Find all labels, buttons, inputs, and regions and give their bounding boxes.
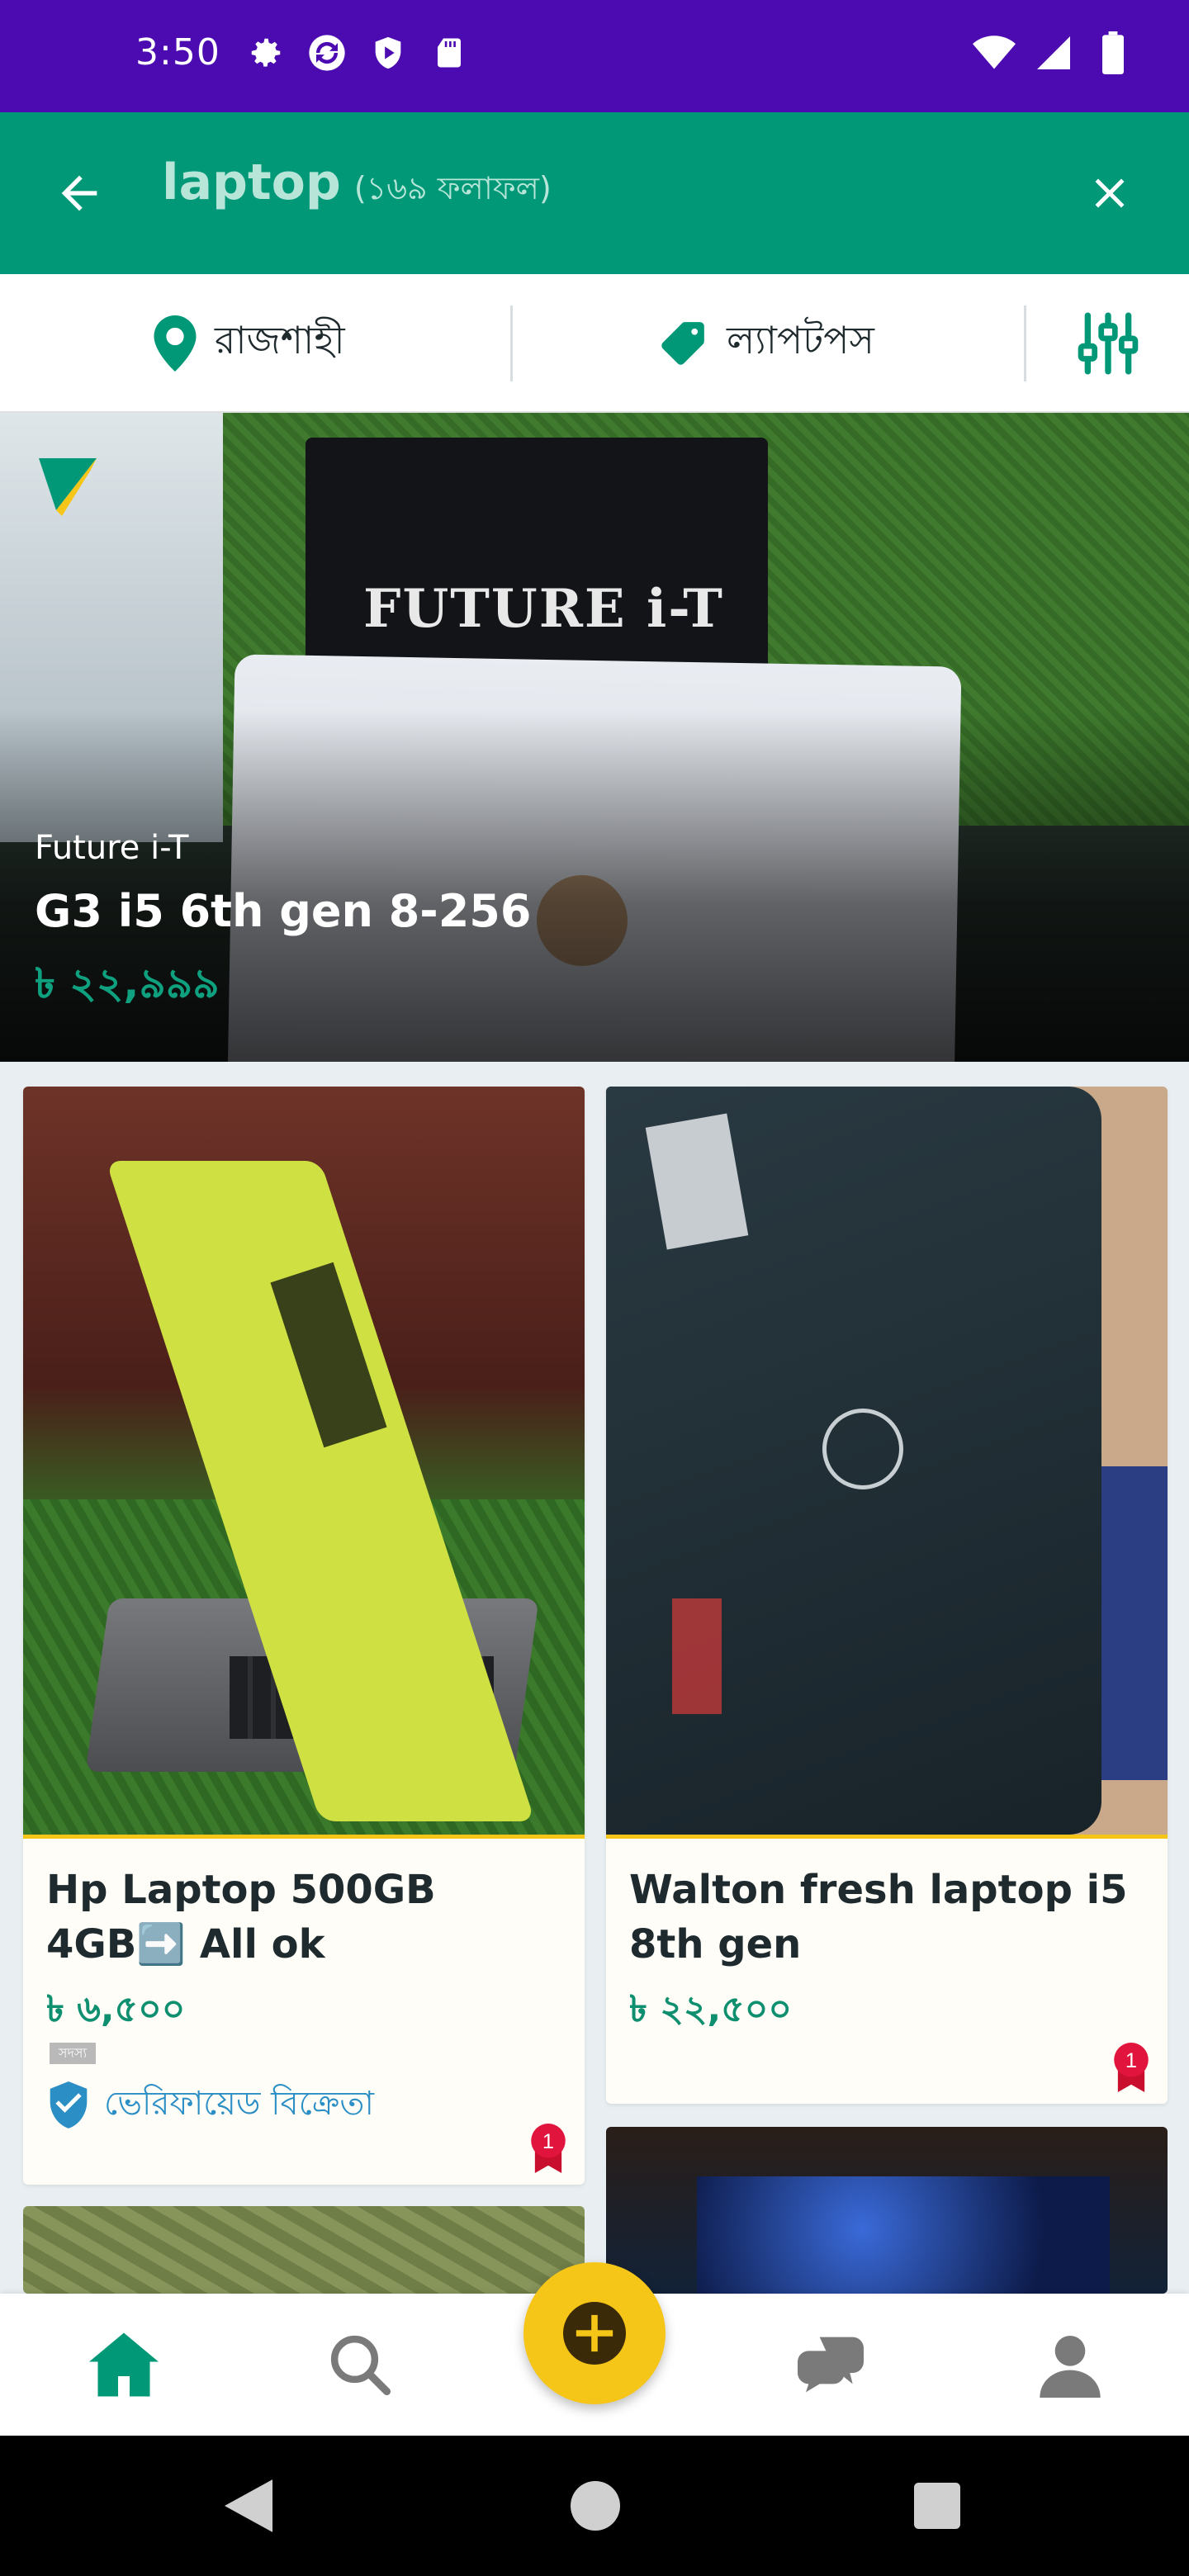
close-icon: [1095, 178, 1125, 208]
status-time: 3:50: [135, 31, 220, 73]
rank-ribbon-icon: 1: [531, 2124, 566, 2173]
system-navigation: [0, 2436, 1189, 2576]
listing-image: [606, 1087, 1168, 1835]
arrow-left-icon: [61, 175, 97, 211]
listing-image-divider: [606, 1835, 1168, 1839]
location-filter[interactable]: রাজশাহী: [154, 312, 345, 375]
post-ad-icon: [563, 2302, 626, 2365]
filter-bar: রাজশাহী ল্যাপটপস: [0, 274, 1189, 413]
verified-seller-label: ভেরিফায়েড বিক্রেতা: [104, 2085, 374, 2123]
sync-icon: [306, 31, 348, 74]
nav-account[interactable]: [1032, 2327, 1108, 2403]
top-ad-badge-icon: [39, 458, 97, 516]
status-icons-right: [973, 31, 1135, 74]
system-back-button[interactable]: [220, 2477, 277, 2535]
shield-icon: [367, 31, 410, 74]
category-label: ল্যাপটপস: [727, 318, 874, 362]
clear-search-button[interactable]: [1077, 160, 1143, 226]
listing-title: Hp Laptop 500GB 4GB➡️ All ok: [46, 1867, 436, 1968]
signal-icon: [1032, 31, 1075, 74]
status-icons-left: [244, 31, 471, 74]
nav-home[interactable]: [86, 2327, 162, 2403]
svg-text:1: 1: [1125, 2049, 1137, 2072]
listing-title: Walton fresh laptop i5 8th gen: [629, 1867, 1128, 1968]
filter-divider: [510, 305, 513, 381]
member-tag: সদস্য: [50, 2043, 96, 2064]
listing-card[interactable]: Hp Laptop 500GB 4GB➡️ All ok ৳ ৬,৫০০ সদস…: [23, 1087, 585, 2185]
svg-text:1: 1: [542, 2130, 554, 2153]
settings-icon: [244, 31, 287, 74]
triangle-back-icon: [225, 2479, 272, 2532]
verified-shield-icon: [50, 2081, 88, 2129]
system-recents-button[interactable]: [908, 2477, 966, 2535]
listing-image: [697, 2176, 1110, 2294]
search-icon: [330, 2335, 391, 2396]
sliders-icon: [1078, 312, 1139, 375]
circle-home-icon: [571, 2481, 620, 2531]
tag-icon: [661, 322, 704, 365]
nav-chat[interactable]: [793, 2327, 869, 2403]
location-pin-icon: [154, 315, 197, 372]
nav-search[interactable]: [322, 2327, 398, 2403]
search-query: laptop: [162, 154, 341, 211]
square-recents-icon: [914, 2483, 960, 2529]
sd-card-icon: [428, 31, 471, 74]
featured-sign-text: FUTURE i-T: [363, 578, 724, 640]
listing-card-partial[interactable]: [606, 2127, 1168, 2294]
featured-listing[interactable]: FUTURE i-T Future i-T G3 i5 6th gen 8-25…: [0, 413, 1189, 1062]
system-home-button[interactable]: [566, 2477, 624, 2535]
location-label: রাজশাহী: [215, 318, 345, 362]
back-button[interactable]: [46, 160, 112, 226]
listing-card[interactable]: Walton fresh laptop i5 8th gen ৳ ২২,৫০০ …: [606, 1087, 1168, 2104]
wifi-icon: [973, 31, 1016, 74]
listing-price: ৳ ২২,৫০০: [629, 1988, 792, 2030]
result-count: (১৬৯ ফলাফল): [353, 170, 552, 206]
verified-seller-badge: ভেরিফায়েড বিক্রেতা: [46, 2077, 374, 2133]
featured-title: G3 i5 6th gen 8-256: [35, 885, 532, 937]
post-ad-button[interactable]: [523, 2262, 666, 2404]
listing-image: [23, 1087, 585, 1835]
featured-price: ৳ ২২,৯৯৯: [35, 959, 220, 1007]
filter-divider: [1024, 305, 1026, 381]
category-filter[interactable]: ল্যাপটপস: [657, 312, 874, 375]
home-icon: [89, 2332, 159, 2397]
status-bar: 3:50: [0, 0, 1189, 112]
featured-seller: Future i-T: [35, 829, 189, 867]
listing-image-divider: [23, 1835, 585, 1839]
account-icon: [1040, 2336, 1101, 2398]
filter-settings-button[interactable]: [1073, 309, 1143, 378]
listing-card-partial[interactable]: [23, 2206, 585, 2294]
listing-price: ৳ ৬,৫০০: [46, 1988, 186, 2030]
rank-ribbon-icon: 1: [1114, 2043, 1149, 2092]
search-field[interactable]: laptop (১৬৯ ফলাফল): [162, 154, 552, 217]
app-bar: laptop (১৬৯ ফলাফল): [0, 112, 1189, 274]
battery-icon: [1092, 31, 1135, 74]
chat-icon: [798, 2337, 864, 2393]
